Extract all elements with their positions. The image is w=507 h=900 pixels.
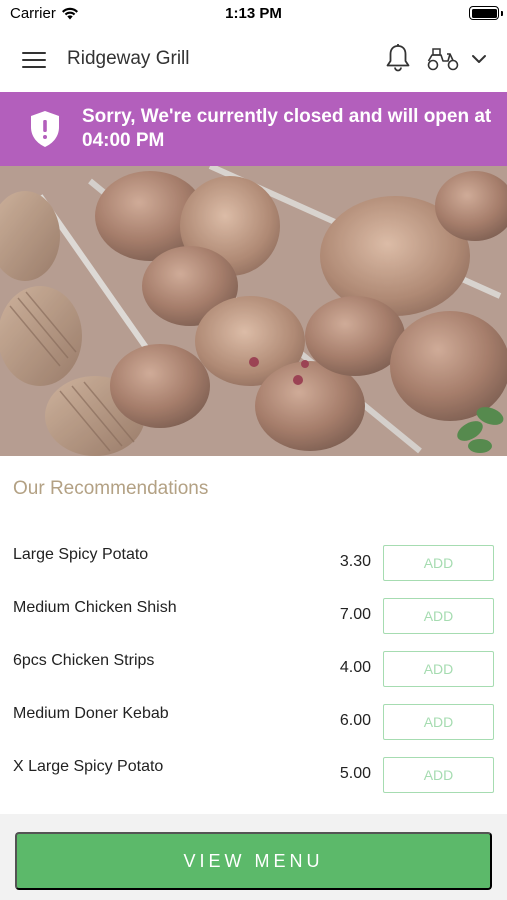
menu-line [22, 66, 46, 68]
add-button[interactable]: ADD [383, 757, 494, 793]
item-name: Medium Chicken Shish [13, 599, 177, 616]
add-button[interactable]: ADD [383, 651, 494, 687]
battery-tip [500, 10, 503, 16]
item-name: Medium Doner Kebab [13, 705, 169, 722]
item-price: 4.00 [339, 659, 371, 676]
add-button[interactable]: ADD [383, 598, 494, 634]
status-bar: Carrier 1:13 PM [0, 0, 507, 28]
menu-line [22, 52, 46, 54]
item-name: Large Spicy Potato [13, 546, 149, 563]
list-item: Medium Doner Kebab 6.00 ADD [0, 695, 507, 748]
scooter-icon[interactable] [426, 46, 460, 72]
bell-icon[interactable] [384, 43, 412, 73]
view-menu-button[interactable]: VIEW MENU [15, 832, 492, 890]
menu-line [22, 59, 46, 61]
closed-banner: Sorry, We're currently closed and will o… [0, 92, 507, 166]
item-price: 6.00 [339, 712, 371, 729]
app-header: Ridgeway Grill [0, 28, 507, 92]
chevron-down-icon[interactable] [468, 49, 490, 69]
add-button[interactable]: ADD [383, 704, 494, 740]
list-item: Medium Chicken Shish 7.00 ADD [0, 589, 507, 642]
item-price: 5.00 [339, 765, 371, 782]
item-name: X Large Spicy Potato [13, 758, 164, 775]
shield-alert-icon [31, 111, 59, 147]
recommendations-list: Large Spicy Potato 3.30 ADD Medium Chick… [0, 536, 507, 801]
item-name: 6pcs Chicken Strips [13, 652, 155, 669]
grill-skewers-photo [0, 166, 507, 456]
item-price: 3.30 [339, 553, 371, 570]
add-button[interactable]: ADD [383, 545, 494, 581]
hamburger-menu-icon[interactable] [14, 46, 54, 74]
list-item: Large Spicy Potato 3.30 ADD [0, 536, 507, 589]
battery-level [471, 8, 497, 18]
bottom-bar: VIEW MENU [0, 814, 507, 900]
clock: 1:13 PM [225, 5, 282, 22]
list-item: X Large Spicy Potato 5.00 ADD [0, 748, 507, 801]
restaurant-title: Ridgeway Grill [67, 48, 190, 69]
recommendations-title: Our Recommendations [13, 478, 209, 499]
item-price: 7.00 [339, 606, 371, 623]
closed-message: Sorry, We're currently closed and will o… [82, 106, 492, 151]
list-item: 6pcs Chicken Strips 4.00 ADD [0, 642, 507, 695]
battery-icon [469, 6, 503, 20]
